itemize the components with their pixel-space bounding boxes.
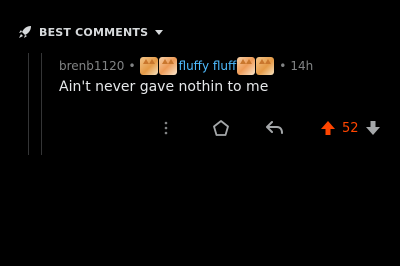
more-vertical-icon xyxy=(164,121,168,135)
caret-down-icon[interactable] xyxy=(154,27,164,37)
vote-score: 52 xyxy=(342,120,359,136)
flair-emoji-icon xyxy=(256,57,275,75)
upvote-arrow-icon[interactable] xyxy=(320,119,336,137)
comments-screen: BEST COMMENTS brenb1120 • fluffy fluff •… xyxy=(0,0,400,266)
comment-timestamp: 14h xyxy=(290,59,314,73)
rocket-icon xyxy=(19,26,31,38)
thread-line[interactable] xyxy=(41,53,42,155)
reply-icon xyxy=(266,121,283,134)
flair-emoji-icon xyxy=(237,57,256,75)
user-flair: fluffy fluff xyxy=(178,59,237,73)
flair-emoji-icon xyxy=(158,57,177,75)
flair-emoji-icon xyxy=(139,57,158,75)
more-options-button[interactable] xyxy=(162,118,170,138)
downvote-arrow-icon[interactable] xyxy=(365,119,381,137)
comment-meta: brenb1120 • fluffy fluff • 14h xyxy=(59,56,313,76)
meta-separator: • xyxy=(128,59,136,73)
vote-controls: 52 xyxy=(320,118,381,138)
meta-separator: • xyxy=(279,59,287,73)
best-comments-sort-header[interactable]: BEST COMMENTS xyxy=(17,24,164,40)
comment-username[interactable]: brenb1120 xyxy=(59,59,124,73)
thread-line-parent[interactable] xyxy=(28,53,29,155)
award-button[interactable] xyxy=(212,118,230,138)
award-icon xyxy=(213,120,229,136)
reply-button[interactable] xyxy=(265,118,285,138)
comment-body: Ain't never gave nothin to me xyxy=(59,79,269,95)
section-title: BEST COMMENTS xyxy=(39,25,149,39)
